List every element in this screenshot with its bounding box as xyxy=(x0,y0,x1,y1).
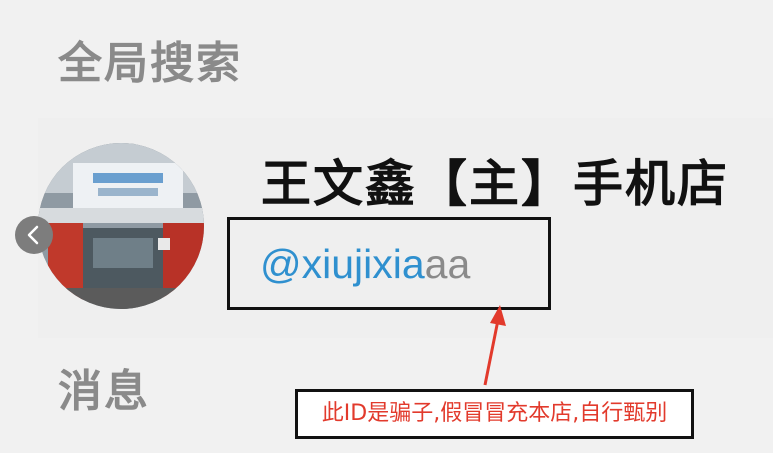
handle-highlight-box: @xiujixiaaa xyxy=(227,217,551,310)
chevron-left-icon xyxy=(27,225,39,245)
shop-avatar-image xyxy=(38,143,204,309)
search-result-card[interactable]: 王文鑫【主】手机店 @xiujixiaaa xyxy=(38,118,773,338)
warning-annotation: 此ID是骗子,假冒冒充本店,自行甄别 xyxy=(295,389,694,439)
shop-name: 王文鑫【主】手机店 xyxy=(261,155,729,213)
shop-avatar[interactable] xyxy=(38,143,204,309)
section-title-messages: 消息 xyxy=(58,366,150,417)
prev-button[interactable] xyxy=(15,216,53,254)
user-handle-main: @xiujixia xyxy=(260,241,425,287)
section-title-global-search: 全局搜索 xyxy=(58,38,242,89)
user-handle-tail: aa xyxy=(424,241,471,287)
user-handle[interactable]: @xiujixiaaa xyxy=(260,240,470,289)
